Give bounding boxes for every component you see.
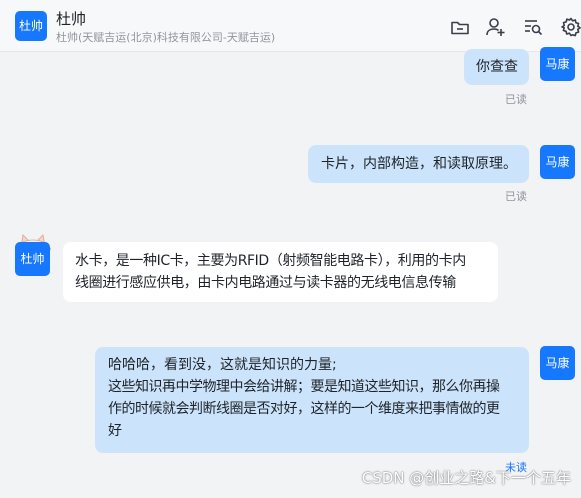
sender-avatar[interactable]: 杜帅 [15,242,50,276]
message-line: 作的时候就会判断线圈是否对好，这样的一个维度来把事情做的更 [108,401,500,417]
sender-avatar[interactable]: 马康 [540,145,575,179]
add-user-icon[interactable] [484,16,506,38]
read-status: 已读 [505,93,527,106]
chat-header: 杜帅 杜帅 杜帅(天赋吉运(北京)科技有限公司-天赋吉运) [0,0,581,52]
message-bubble[interactable]: 哈哈哈，看到没，这就是知识的力量; 这些知识再中学物理中会给讲解；要是知道这些知… [95,347,529,453]
folder-icon[interactable] [449,16,471,38]
message-line: 线圈进行感应供电，由卡内电路通过与读卡器的无线电信息传输 [75,275,456,291]
contact-name: 杜帅 [56,10,87,28]
message-line: 这些知识再中学物理中会给讲解；要是知道这些知识，那么你再操 [108,379,500,395]
read-status: 已读 [505,190,527,203]
settings-icon[interactable] [560,16,581,38]
search-list-icon[interactable] [522,16,544,38]
message-text: 你查查 [476,59,518,75]
message-line: 哈哈哈，看到没，这就是知识的力量; [108,357,337,373]
message-text: 卡片，内部构造，和读取原理。 [321,156,517,172]
sender-avatar[interactable]: 马康 [540,47,575,81]
watermark: CSDN @创业之路&下一个五年 [361,469,571,487]
contact-avatar[interactable]: 杜帅 [15,11,47,41]
message-bubble[interactable]: 卡片，内部构造，和读取原理。 [308,145,529,183]
message-bubble[interactable]: 水卡，是一种IC卡，主要为RFID（射频智能电路卡），利用的卡内 线圈进行感应供… [63,242,498,302]
message-line: 水卡，是一种IC卡，主要为RFID（射频智能电路卡），利用的卡内 [75,253,466,269]
sender-avatar[interactable]: 马康 [540,346,575,380]
message-bubble[interactable]: 你查查 [464,49,529,85]
message-line: 好 [108,423,122,439]
contact-organization: 杜帅(天赋吉运(北京)科技有限公司-天赋吉运) [56,31,276,44]
